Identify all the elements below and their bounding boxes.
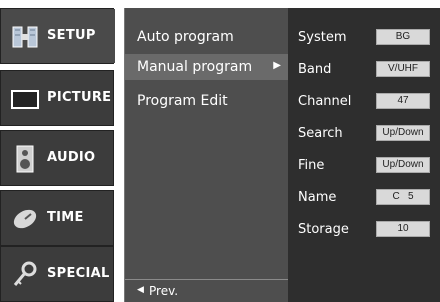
speaker-icon — [16, 145, 34, 173]
satellite-icon — [12, 26, 38, 48]
key-icon — [13, 261, 37, 286]
monitor-icon — [11, 90, 39, 109]
submenu-item-label: Manual program — [137, 59, 253, 75]
setting-name: Fine — [298, 158, 325, 173]
setting-name: Search — [298, 126, 343, 141]
setting-row-band[interactable]: Band V/UHF — [288, 58, 440, 82]
category-menu: SETUP PICTURE AUDIO TIME SPECIAL — [0, 0, 115, 302]
category-setup[interactable]: SETUP — [0, 8, 115, 64]
category-label: SETUP — [47, 28, 96, 43]
chevron-left-icon: ◀ — [137, 285, 144, 295]
category-audio[interactable]: AUDIO — [0, 130, 114, 186]
setting-name: System — [298, 30, 347, 45]
setup-submenu: Auto program Manual program ▶ Program Ed… — [124, 8, 289, 302]
setting-value[interactable]: BG — [376, 29, 430, 45]
submenu-item-label: Program Edit — [137, 93, 228, 109]
category-special[interactable]: SPECIAL — [0, 246, 114, 302]
prev-label: Prev. — [149, 284, 179, 298]
setting-row-fine[interactable]: Fine Up/Down — [288, 154, 440, 178]
setting-value[interactable]: 47 — [376, 93, 430, 109]
category-label: PICTURE — [47, 90, 112, 105]
setting-value[interactable]: 10 — [376, 221, 430, 237]
setting-row-storage[interactable]: Storage 10 — [288, 218, 440, 242]
setting-name: Band — [298, 62, 332, 77]
setting-value[interactable]: V/UHF — [376, 61, 430, 77]
setting-value[interactable]: Up/Down — [376, 125, 430, 141]
submenu-item-manual-program[interactable]: Manual program ▶ — [125, 54, 289, 80]
clock-icon — [13, 209, 37, 229]
submenu-item-label: Auto program — [137, 29, 234, 45]
category-time[interactable]: TIME — [0, 190, 114, 246]
chevron-right-icon: ▶ — [273, 60, 281, 71]
category-label: TIME — [47, 210, 84, 225]
setting-value[interactable]: Up/Down — [376, 157, 430, 173]
setting-name: Channel — [298, 94, 352, 109]
prev-button[interactable]: ◀ Prev. — [125, 279, 289, 302]
submenu-item-program-edit[interactable]: Program Edit — [125, 88, 289, 114]
setting-row-name[interactable]: Name C 5 — [288, 186, 440, 210]
settings-panel: System BG Band V/UHF Channel 47 Search U… — [288, 8, 440, 302]
submenu-item-auto-program[interactable]: Auto program — [125, 24, 289, 50]
setting-value[interactable]: C 5 — [376, 189, 430, 205]
setting-name: Storage — [298, 222, 349, 237]
category-label: AUDIO — [47, 150, 96, 165]
setting-name: Name — [298, 190, 337, 205]
category-picture[interactable]: PICTURE — [0, 70, 114, 126]
setting-row-system[interactable]: System BG — [288, 26, 440, 50]
category-label: SPECIAL — [47, 266, 110, 281]
setting-row-channel[interactable]: Channel 47 — [288, 90, 440, 114]
setting-row-search[interactable]: Search Up/Down — [288, 122, 440, 146]
